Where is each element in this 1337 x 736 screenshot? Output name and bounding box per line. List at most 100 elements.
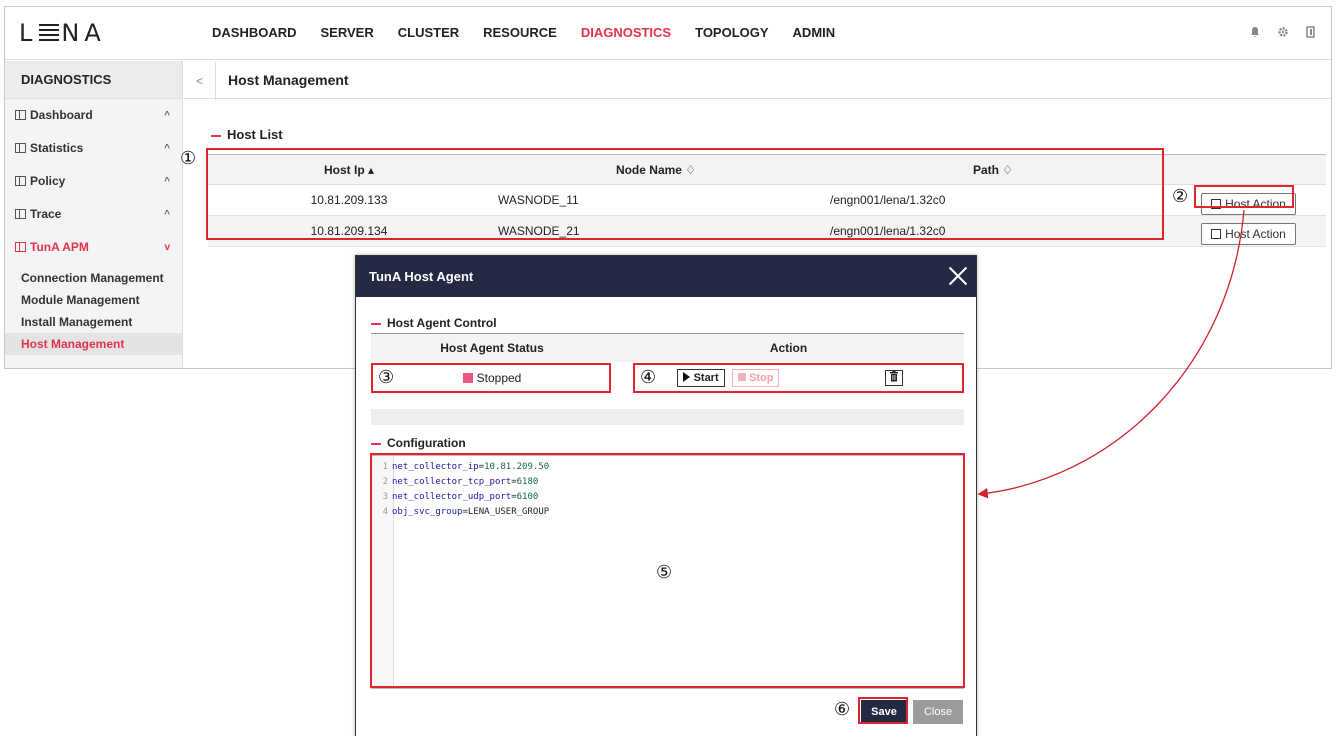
breadcrumb: < Host Management: [184, 61, 1331, 100]
bell-icon[interactable]: [1249, 26, 1261, 38]
sidebar-item-tuna-apm[interactable]: TunA APM v: [5, 231, 182, 264]
collapse-sidebar-button[interactable]: <: [184, 62, 216, 100]
config-key: net_collector_udp_port: [392, 492, 512, 502]
submenu-install-management[interactable]: Install Management: [5, 311, 182, 333]
config-key: net_collector_ip: [392, 462, 479, 472]
sidebar-item-statistics[interactable]: Statistics ^: [5, 132, 182, 165]
config-key: obj_svc_group: [392, 507, 463, 517]
stop-label: Stop: [748, 371, 774, 384]
host-agent-modal: TunA Host Agent Host Agent Control Host …: [355, 255, 977, 736]
host-action-button[interactable]: Host Action: [1201, 223, 1296, 245]
status-cell: Stopped: [371, 362, 613, 394]
chevron-up-icon: ^: [164, 209, 170, 220]
sidebar-item-policy[interactable]: Policy ^: [5, 165, 182, 198]
chevron-up-icon: ^: [164, 110, 170, 121]
column-node-name[interactable]: Node Name ♢: [490, 154, 822, 185]
chevron-up-icon: ^: [164, 176, 170, 187]
column-action: Action: [613, 333, 964, 362]
line-number: 4: [382, 507, 388, 517]
host-table: Host Ip ▴ Node Name ♢ Path ♢ 10.81.209.1…: [208, 154, 1326, 247]
start-button[interactable]: Start: [676, 368, 725, 387]
annotation-1: ①: [180, 148, 197, 169]
play-icon: [682, 371, 690, 382]
chevron-down-icon: v: [164, 242, 170, 253]
host-list-title: Host List: [211, 127, 283, 142]
nav-cluster[interactable]: CLUSTER: [398, 25, 459, 40]
submenu-connection-management[interactable]: Connection Management: [5, 267, 182, 289]
cell-node: WASNODE_21: [490, 215, 822, 247]
logo[interactable]: L NA: [19, 19, 106, 47]
nav-admin[interactable]: ADMIN: [793, 25, 836, 40]
submenu-module-management[interactable]: Module Management: [5, 289, 182, 311]
host-action-button[interactable]: Host Action: [1201, 193, 1296, 215]
annotation-5: ⑤: [656, 562, 673, 583]
nav-resource[interactable]: RESOURCE: [483, 25, 557, 40]
sidebar-item-dashboard[interactable]: Dashboard ^: [5, 99, 182, 132]
submenu-host-management[interactable]: Host Management: [5, 333, 182, 355]
nav-dashboard[interactable]: DASHBOARD: [212, 25, 297, 40]
config-key: net_collector_tcp_port: [392, 477, 512, 487]
configuration-title: Configuration: [371, 436, 466, 450]
cell-path: /engn001/lena/1.32c0: [822, 184, 1164, 216]
sidebar-item-label: TunA APM: [30, 240, 89, 254]
nav-topology[interactable]: TOPOLOGY: [695, 25, 768, 40]
line-number: 1: [382, 462, 388, 472]
agent-control-title: Host Agent Control: [371, 316, 497, 330]
sidebar-item-label: Dashboard: [30, 108, 93, 122]
menu-icon: [15, 209, 26, 219]
modal-header: TunA Host Agent: [356, 256, 976, 297]
sidebar-item-label: Statistics: [30, 141, 84, 155]
delete-cell: [823, 362, 964, 394]
save-button[interactable]: Save: [861, 700, 907, 724]
table-row[interactable]: 10.81.209.134 WASNODE_21 /engn001/lena/1…: [208, 215, 1326, 247]
column-path[interactable]: Path ♢: [822, 154, 1164, 185]
config-value: LENA_USER_GROUP: [467, 507, 550, 517]
trash-icon[interactable]: [884, 369, 903, 386]
line-number: 2: [382, 477, 388, 487]
close-button[interactable]: Close: [913, 700, 963, 724]
nav-server[interactable]: SERVER: [321, 25, 374, 40]
config-line: 2 net_collector_tcp_port=6180: [372, 475, 539, 490]
logo-right: NA: [61, 19, 106, 47]
modal-title: TunA Host Agent: [369, 269, 474, 284]
cell-ip: 10.81.209.133: [208, 184, 490, 216]
nav-diagnostics[interactable]: DIAGNOSTICS: [581, 25, 671, 40]
status-badge: [462, 372, 473, 383]
menu-icon: [15, 110, 26, 120]
divider: [371, 409, 964, 425]
cell-ip: 10.81.209.134: [208, 215, 490, 247]
config-value: 6100: [516, 492, 539, 502]
top-icons: [1249, 26, 1317, 38]
cell-node: WASNODE_11: [490, 184, 822, 216]
config-line: 3 net_collector_udp_port=6100: [372, 490, 539, 505]
column-host-ip[interactable]: Host Ip ▴: [208, 154, 490, 185]
host-action-label: Host Action: [1225, 227, 1286, 241]
config-value: 10.81.209.50: [484, 462, 550, 472]
cell-path: /engn001/lena/1.32c0: [822, 215, 1164, 247]
external-link-icon: [1211, 229, 1222, 239]
annotation-2: ②: [1172, 186, 1189, 207]
stop-icon: [737, 372, 746, 381]
status-text: Stopped: [476, 370, 522, 385]
annotation-3: ③: [378, 367, 395, 388]
config-line: 4 obj_svc_group=LENA_USER_GROUP: [372, 505, 550, 520]
gear-icon[interactable]: [1277, 26, 1289, 38]
annotation-6: ⑥: [834, 699, 851, 720]
main-nav: DASHBOARD SERVER CLUSTER RESOURCE DIAGNO…: [212, 25, 835, 40]
menu-icon: [15, 143, 26, 153]
config-value: 6180: [516, 477, 539, 487]
menu-icon: [15, 176, 26, 186]
logout-icon[interactable]: [1305, 26, 1317, 38]
table-row[interactable]: 10.81.209.133 WASNODE_11 /engn001/lena/1…: [208, 184, 1326, 216]
logo-bars: [39, 24, 60, 42]
page-title: Host Management: [228, 72, 349, 88]
sidebar: DIAGNOSTICS Dashboard ^ Statistics ^ Polic…: [5, 61, 183, 368]
close-icon[interactable]: [948, 266, 968, 286]
agent-row: Stopped Start Stop: [371, 362, 964, 394]
column-action: [1164, 154, 1326, 185]
top-bar: L NA DASHBOARD SERVER CLUSTER RESOURCE DI…: [5, 7, 1331, 60]
logo-left: L: [19, 19, 38, 47]
sidebar-item-trace[interactable]: Trace ^: [5, 198, 182, 231]
annotation-4: ④: [640, 367, 657, 388]
stop-button[interactable]: Stop: [731, 368, 780, 387]
